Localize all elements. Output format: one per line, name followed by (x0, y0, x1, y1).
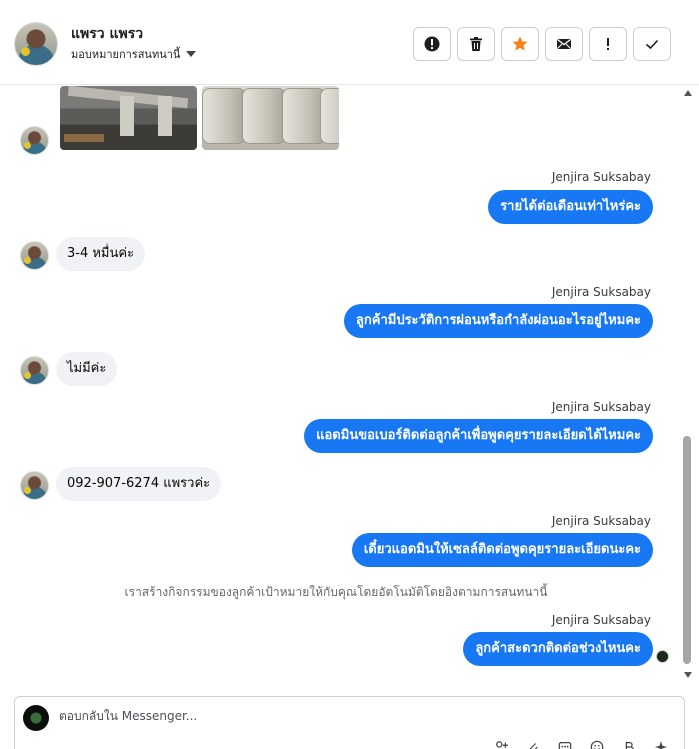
composer-tools (493, 739, 669, 749)
mark-unread-button[interactable] (545, 27, 583, 61)
incoming-message[interactable]: 092-907-6274 แพรวค่ะ (56, 467, 222, 501)
contact-avatar (20, 356, 49, 385)
scroll-down-icon[interactable] (684, 672, 692, 678)
payment-icon[interactable] (621, 739, 637, 749)
contact-avatar[interactable] (14, 22, 58, 66)
scroll-up-icon[interactable] (684, 90, 692, 96)
attachment-icon[interactable] (525, 739, 541, 749)
contact-avatar (20, 471, 49, 500)
contact-name[interactable]: แพรว แพรว (71, 23, 143, 45)
star-button[interactable] (501, 27, 539, 61)
outgoing-message[interactable]: รายได้ต่อเดือนเท่าไหร่คะ (488, 190, 653, 224)
reply-input[interactable] (59, 709, 659, 723)
system-notice: เราสร้างกิจกรรมของลูกค้าเป้าหมายให้กับคุ… (124, 585, 548, 599)
seen-avatar-icon (656, 650, 669, 663)
star-icon (512, 36, 528, 51)
sender-name: Jenjira Suksabay (551, 514, 651, 528)
delete-button[interactable] (457, 27, 495, 61)
exclamation-icon (607, 38, 609, 50)
mark-done-button[interactable] (633, 27, 671, 61)
thread-scrollbar[interactable] (681, 86, 693, 684)
reply-composer (14, 696, 685, 749)
shared-photo[interactable] (202, 86, 339, 150)
sparkle-icon[interactable] (653, 739, 669, 749)
conversation-toolbar (413, 27, 671, 61)
exclamation-circle-icon (424, 36, 440, 52)
assign-label: มอบหมายการสนทนานี้ (71, 48, 181, 61)
saved-reply-icon[interactable] (557, 739, 573, 749)
report-spam-button[interactable] (413, 27, 451, 61)
shared-photo[interactable] (60, 86, 197, 150)
incoming-message[interactable]: ไม่มีค่ะ (56, 352, 118, 386)
page-avatar (23, 705, 49, 731)
sender-name: Jenjira Suksabay (551, 613, 651, 627)
follow-up-button[interactable] (589, 27, 627, 61)
outgoing-message[interactable]: เดี๋ยวแอดมินให้เซลล์ติดต่อพูดคุยรายละเอี… (351, 533, 653, 567)
outgoing-message[interactable]: ลูกค้ามีประวัติการผ่อนหรือกำลังผ่อนอะไรอ… (343, 304, 653, 338)
sender-name: Jenjira Suksabay (551, 400, 651, 414)
trash-icon (470, 37, 482, 51)
outgoing-message[interactable]: ลูกค้าสะดวกติดต่อช่วงไหนคะ (463, 632, 653, 666)
sender-name: Jenjira Suksabay (551, 170, 651, 184)
add-person-icon[interactable] (493, 739, 509, 749)
envelope-icon (557, 38, 571, 49)
outgoing-message[interactable]: แอดมินขอเบอร์ติดต่อลูกค้าเพื่อพูดคุยรายล… (304, 419, 653, 453)
check-icon (645, 39, 659, 50)
contact-avatar (20, 241, 49, 270)
assign-conversation-dropdown[interactable]: มอบหมายการสนทนานี้ (71, 45, 197, 63)
incoming-message[interactable]: 3-4 หมื่นค่ะ (56, 237, 146, 271)
message-thread[interactable]: Jenjira Suksabay รายได้ต่อเดือนเท่าไหร่ค… (0, 86, 681, 684)
scrollbar-thumb[interactable] (683, 436, 691, 664)
emoji-icon[interactable] (589, 739, 605, 749)
contact-avatar (20, 126, 49, 155)
caret-down-icon (186, 51, 197, 57)
sender-name: Jenjira Suksabay (551, 285, 651, 299)
conversation-header: แพรว แพรว มอบหมายการสนทนานี้ (0, 0, 699, 85)
